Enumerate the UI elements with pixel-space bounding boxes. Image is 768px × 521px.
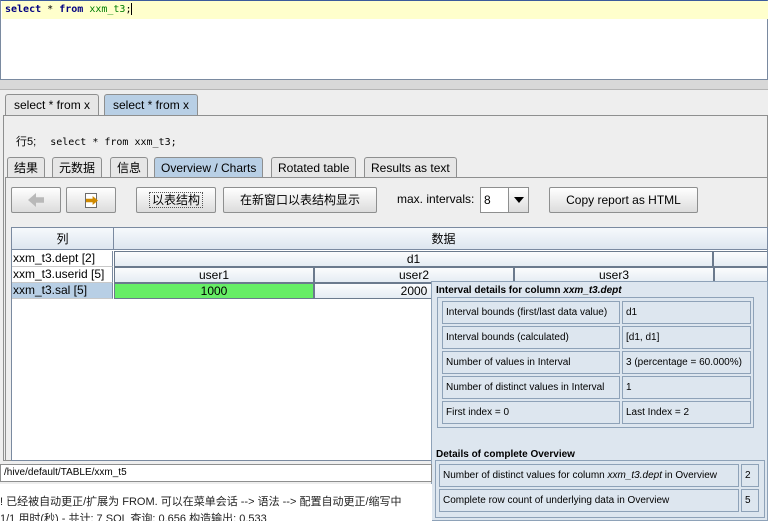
object-path: /hive/default/TABLE/xxm_t5	[0, 464, 432, 482]
interval-column-name: xxm_t3.dept	[563, 285, 622, 296]
tab-results[interactable]: 结果	[7, 157, 46, 178]
sql-editor-text[interactable]: select * from xxm_t3;	[5, 3, 133, 15]
arrow-left-icon	[28, 193, 44, 207]
overview-key: Number of distinct values for column xxm…	[439, 464, 739, 487]
interval-cell-selected[interactable]: 1000	[114, 283, 314, 299]
log-area: ! 已经被自动更正/扩展为 FROM. 可以在菜单会话 --> 语法 --> 配…	[0, 484, 432, 521]
current-line-highlight: select * from xxm_t3;	[2, 1, 768, 19]
detail-value: 1	[622, 376, 751, 399]
editor-splitter[interactable]	[0, 80, 768, 90]
copy-report-html-button[interactable]: Copy report as HTML	[549, 187, 698, 213]
app-window: select * from xxm_t3; select * from x se…	[0, 0, 768, 521]
back-button[interactable]	[11, 187, 61, 213]
row-label-userid[interactable]: xxm_t3.userid [5]	[12, 267, 113, 283]
page-arrow-right-icon	[83, 193, 99, 208]
detail-key: Number of values in Interval	[442, 351, 620, 374]
max-intervals-label: max. intervals:	[397, 192, 475, 206]
detail-key: Number of distinct values in Interval	[442, 376, 620, 399]
sql-table-name: xxm_t3	[89, 4, 126, 15]
tab-metadata[interactable]: 元数据	[52, 157, 103, 178]
max-intervals-value: 8	[484, 193, 491, 207]
row-info-label: 行5;	[16, 136, 37, 148]
overview-key: Complete row count of underlying data in…	[439, 489, 739, 512]
log-line: 1/1 用时(秒) - 共计: 7 SQL 查询: 0.656 构造输出: 0.…	[0, 513, 267, 521]
column-header-col[interactable]: 列	[12, 228, 114, 250]
log-line: ! 已经被自动更正/扩展为 FROM. 可以在菜单会话 --> 语法 --> 配…	[0, 496, 402, 508]
column-header-data[interactable]: 数据	[114, 228, 767, 250]
interval-details-tooltip: Interval details for column xxm_t3.dept …	[431, 281, 768, 521]
overview-value: 2	[741, 464, 759, 487]
overview-column-name: xxm_t3.dept	[607, 470, 662, 481]
chevron-down-icon	[514, 197, 524, 203]
tab-rotated-table[interactable]: Rotated table	[271, 157, 357, 178]
overview-value: 5	[741, 489, 759, 512]
detail-value: [d1, d1]	[622, 326, 751, 349]
detail-key: Interval bounds (calculated)	[442, 326, 620, 349]
show-as-table-button[interactable]: 以表结构	[136, 187, 216, 213]
sql-keyword-from: from	[59, 4, 84, 15]
interval-cell[interactable]: d1	[114, 251, 713, 267]
row-info: 行5; select * from xxm_t3;	[16, 133, 177, 149]
interval-cell[interactable]: user1	[114, 267, 314, 283]
forward-button[interactable]	[66, 187, 116, 213]
detail-value: 3 (percentage = 60.000%)	[622, 351, 751, 374]
text-caret	[131, 3, 133, 15]
overview-details-table: Number of distinct values for column xxm…	[435, 460, 765, 518]
interval-details-title: Interval details for column xxm_t3.dept	[436, 285, 622, 296]
sql-star: *	[41, 4, 60, 15]
tab-info[interactable]: 信息	[110, 157, 149, 178]
last-index: Last Index = 2	[622, 401, 751, 424]
row-info-sql: select * from xxm_t3;	[50, 137, 177, 148]
show-in-new-window-button[interactable]: 在新窗口以表结构显示	[223, 187, 377, 213]
max-intervals-select[interactable]: 8	[480, 187, 529, 213]
interval-cell[interactable]	[713, 251, 767, 267]
row-label-dept[interactable]: xxm_t3.dept [2]	[12, 251, 113, 267]
query-tab-2[interactable]: select * from x	[104, 94, 199, 116]
first-index: First index = 0	[442, 401, 620, 424]
row-label-sal[interactable]: xxm_t3.sal [5]	[12, 283, 113, 299]
overview-details-title: Details of complete Overview	[436, 449, 575, 460]
sql-keyword-select: select	[5, 4, 42, 15]
show-as-table-label: 以表结构	[148, 192, 203, 208]
dropdown-button[interactable]	[508, 188, 528, 212]
query-tab-1[interactable]: select * from x	[5, 94, 100, 116]
tab-results-as-text[interactable]: Results as text	[364, 157, 457, 178]
detail-value: d1	[622, 301, 751, 324]
detail-key: Interval bounds (first/last data value)	[442, 301, 620, 324]
interval-details-table: Interval bounds (first/last data value) …	[437, 297, 754, 428]
sql-editor[interactable]: select * from xxm_t3;	[0, 0, 768, 80]
tab-overview-charts[interactable]: Overview / Charts	[154, 157, 264, 178]
